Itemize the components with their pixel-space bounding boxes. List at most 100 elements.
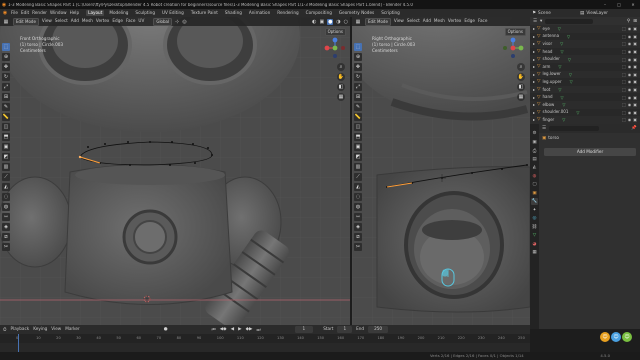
outliner-row-visor[interactable]: ▸ ▽ visor ▽ ⬚ ◉ ▣ xyxy=(530,40,640,48)
timeline-body[interactable] xyxy=(0,343,530,352)
visibility-eye-icon[interactable]: ◉ xyxy=(628,34,632,39)
object-tab-icon[interactable]: ▣ xyxy=(531,190,538,197)
edge-slide-tool-icon[interactable]: ⇿ xyxy=(2,213,10,221)
rotate-tool-icon-r[interactable]: ↻ xyxy=(354,73,362,81)
tab-compositing[interactable]: Compositing xyxy=(304,10,334,16)
options-dropdown-right[interactable]: Options xyxy=(504,28,526,36)
snap-icon[interactable]: ⊹ xyxy=(175,19,179,25)
bevel-tool-icon-r[interactable]: ◩ xyxy=(354,153,362,161)
tab-animation[interactable]: Animation xyxy=(247,10,272,16)
end-frame-field[interactable]: 250 xyxy=(368,326,389,333)
tab-rendering[interactable]: Rendering xyxy=(275,10,300,16)
poly-build-tool-icon[interactable]: ◭ xyxy=(2,183,10,191)
vp2-menu-vertex[interactable]: Vertex xyxy=(448,19,461,23)
jump-start-icon[interactable]: ⏮ xyxy=(212,327,216,333)
select-box-tool-icon-r[interactable]: ⬚ xyxy=(354,43,362,51)
visibility-eye-icon[interactable]: ◉ xyxy=(628,117,632,122)
rotate-tool-icon[interactable]: ↻ xyxy=(2,73,10,81)
transform-tool-icon[interactable]: ⊞ xyxy=(2,93,10,101)
scale-tool-icon-r[interactable]: ⤢ xyxy=(354,83,362,91)
next-keyframe-icon[interactable]: ◆▶ xyxy=(246,327,253,332)
shading-rendered-icon[interactable]: ○ xyxy=(344,19,350,25)
scene-tab-icon[interactable]: ◭ xyxy=(531,164,538,171)
blender-menu-icon[interactable]: ◉ xyxy=(2,10,8,16)
texture-tab-icon[interactable]: ▦ xyxy=(531,249,538,256)
select-box-tool-icon[interactable]: ⬚ xyxy=(2,43,10,51)
collection-tab-icon[interactable]: ▢ xyxy=(531,181,538,188)
render-camera-icon[interactable]: ▣ xyxy=(633,117,637,122)
render-camera-icon[interactable]: ▣ xyxy=(633,102,637,107)
scene-name[interactable]: Scene xyxy=(538,10,578,15)
select-toggle-icon[interactable]: ⬚ xyxy=(622,79,626,84)
camera-view-icon-r[interactable]: ◧ xyxy=(517,83,525,91)
vp2-menu-select[interactable]: Select xyxy=(407,19,420,23)
outliner-row-finger[interactable]: ▸ ▽ finger ▽ ⬚ ◉ ▣ xyxy=(530,116,640,124)
spin-tool-icon-r[interactable]: ◌ xyxy=(354,193,362,201)
expand-arrow-icon[interactable]: ▸ xyxy=(533,49,535,54)
select-toggle-icon[interactable]: ⬚ xyxy=(622,117,626,122)
outliner-row-hand[interactable]: ▸ ▽ hand ▽ ⬚ ◉ ▣ xyxy=(530,93,640,101)
outliner-row-shoulder-001[interactable]: ▸ ▽ shoulder.001 ▽ ⬚ ◉ ▣ xyxy=(530,109,640,117)
vp-menu-add[interactable]: Add xyxy=(71,19,79,23)
visibility-eye-icon[interactable]: ◉ xyxy=(628,64,632,69)
current-frame-field[interactable]: 1 xyxy=(294,326,314,333)
tool-tab-icon[interactable]: ⚙ xyxy=(531,130,538,137)
knife-tool-icon-r[interactable]: ⟋ xyxy=(354,173,362,181)
outliner-search-input[interactable] xyxy=(545,18,594,24)
play-icon[interactable]: ▶ xyxy=(238,327,241,332)
transform-orientation-select[interactable]: Global xyxy=(153,17,173,26)
particles-tab-icon[interactable]: ✦ xyxy=(531,207,538,214)
outliner-row-shoulder[interactable]: ▸ ▽ shoulder ▽ ⬚ ◉ ▣ xyxy=(530,55,640,63)
outliner-editor-icon[interactable]: ☰ xyxy=(533,19,537,24)
scale-tool-icon[interactable]: ⤢ xyxy=(2,83,10,91)
world-tab-icon[interactable]: ◍ xyxy=(531,173,538,180)
select-toggle-icon[interactable]: ⬚ xyxy=(622,102,626,107)
visibility-eye-icon[interactable]: ◉ xyxy=(628,102,632,107)
add-cube-tool-icon-r[interactable]: ◫ xyxy=(354,123,362,131)
smooth-tool-icon[interactable]: ◍ xyxy=(2,203,10,211)
add-cube-tool-icon[interactable]: ◫ xyxy=(2,123,10,131)
shading-material-icon[interactable]: ◑ xyxy=(336,19,340,25)
vp2-menu-mesh[interactable]: Mesh xyxy=(434,19,445,23)
tab-uv-editing[interactable]: UV Editing xyxy=(160,10,186,16)
move-tool-icon-r[interactable]: ✥ xyxy=(354,63,362,71)
select-toggle-icon[interactable]: ⬚ xyxy=(622,49,626,54)
add-modifier-button[interactable]: Add Modifier xyxy=(544,148,636,156)
render-camera-icon[interactable]: ▣ xyxy=(633,57,637,62)
knife-tool-icon[interactable]: ⟋ xyxy=(2,173,10,181)
expand-arrow-icon[interactable]: ▸ xyxy=(533,64,535,69)
inset-tool-icon-r[interactable]: ▣ xyxy=(354,143,362,151)
prev-keyframe-icon[interactable]: ◀◆ xyxy=(220,327,227,332)
shrink-fatten-tool-icon-r[interactable]: ◈ xyxy=(354,223,362,231)
render-camera-icon[interactable]: ▣ xyxy=(633,72,637,77)
close-button[interactable]: ✕ xyxy=(626,2,640,7)
extrude-tool-icon-r[interactable]: ⬒ xyxy=(354,133,362,141)
outliner-row-antenna[interactable]: ▸ ▽ antenna ▽ ⬚ ◉ ▣ xyxy=(530,33,640,41)
physics-tab-icon[interactable]: ◎ xyxy=(531,215,538,222)
camera-view-icon[interactable]: ◧ xyxy=(337,83,345,91)
extrude-tool-icon[interactable]: ⬒ xyxy=(2,133,10,141)
navigation-gizmo-left[interactable] xyxy=(324,37,346,59)
annotate-tool-icon-r[interactable]: ✎ xyxy=(354,103,362,111)
visibility-eye-icon[interactable]: ◉ xyxy=(628,57,632,62)
expand-arrow-icon[interactable]: ▸ xyxy=(533,95,535,100)
menu-edit[interactable]: Edit xyxy=(21,10,29,15)
vp2-menu-face[interactable]: Face xyxy=(478,19,487,23)
render-camera-icon[interactable]: ▣ xyxy=(633,26,637,31)
constraints-tab-icon[interactable]: ⛓ xyxy=(531,224,538,231)
render-camera-icon[interactable]: ▣ xyxy=(633,34,637,39)
shear-tool-icon[interactable]: ⧄ xyxy=(2,233,10,241)
vp2-menu-add[interactable]: Add xyxy=(423,19,431,23)
render-camera-icon[interactable]: ▣ xyxy=(633,41,637,46)
render-camera-icon[interactable]: ▣ xyxy=(633,64,637,69)
view-layer-tab-icon[interactable]: ▤ xyxy=(531,156,538,163)
tab-scripting[interactable]: Scripting xyxy=(379,10,402,16)
output-tab-icon[interactable]: ⎙ xyxy=(531,147,538,154)
timeline-menu-playback[interactable]: Playback xyxy=(11,327,30,331)
vp-menu-face[interactable]: Face xyxy=(126,19,135,23)
vp-menu-select[interactable]: Select xyxy=(55,19,68,23)
expand-arrow-icon[interactable]: ▸ xyxy=(533,26,535,31)
tab-sculpting[interactable]: Sculpting xyxy=(133,10,157,16)
visibility-eye-icon[interactable]: ◉ xyxy=(628,110,632,115)
select-toggle-icon[interactable]: ⬚ xyxy=(622,34,626,39)
